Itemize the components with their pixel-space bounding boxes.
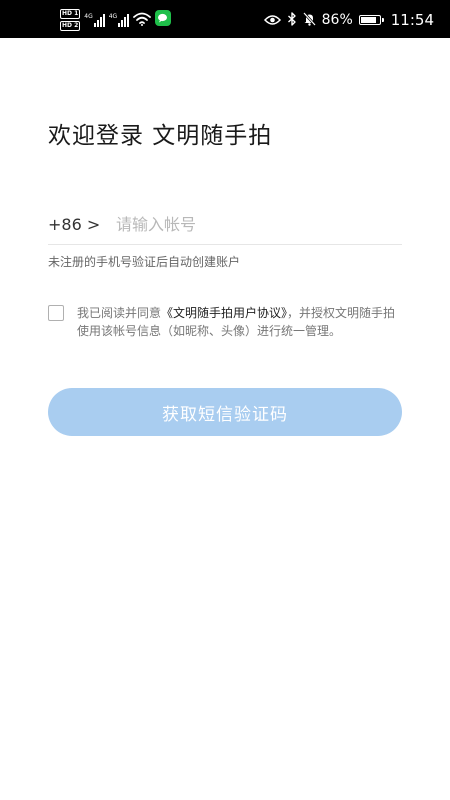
eye-icon — [263, 11, 281, 30]
agreement-prefix: 我已阅读并同意 — [77, 306, 162, 320]
status-bar-left: HD 1 HD 2 4G 4G — [60, 9, 172, 31]
country-code-selector[interactable]: +86 > — [48, 215, 116, 234]
agreement-checkbox[interactable] — [48, 305, 64, 321]
page-title: 欢迎登录 文明随手拍 — [48, 123, 273, 149]
mute-bell-icon — [302, 11, 316, 30]
battery-icon — [358, 15, 384, 25]
registration-hint: 未注册的手机号验证后自动创建账户 — [48, 255, 241, 269]
battery-cap — [381, 18, 384, 22]
get-sms-code-button[interactable]: 获取短信验证码 — [48, 388, 402, 436]
sim-badges: HD 1 HD 2 — [60, 9, 81, 31]
sim1-network-label: 4G — [84, 13, 93, 20]
sim2-signal-icon: 4G — [108, 13, 130, 27]
sim1-signal-icon: 4G — [84, 13, 105, 27]
battery-percent: 86% — [321, 12, 353, 28]
status-bar: HD 1 HD 2 4G 4G 86% 11:54 — [0, 0, 450, 38]
sim2-hd-badge: HD 2 — [60, 21, 81, 31]
agreement-text: 我已阅读并同意《文明随手拍用户协议》，并授权文明随手拍使用该帐号信息（如昵称、头… — [77, 304, 397, 340]
sim2-network-label: 4G — [108, 13, 118, 20]
agreement-row: 我已阅读并同意《文明随手拍用户协议》，并授权文明随手拍使用该帐号信息（如昵称、头… — [48, 304, 402, 340]
phone-input-row: +86 > — [48, 204, 402, 245]
status-time: 11:54 — [390, 11, 434, 29]
phone-input[interactable] — [116, 214, 396, 234]
status-bar-right: 86% 11:54 — [263, 9, 434, 31]
battery-level-fill — [360, 17, 377, 23]
bluetooth-icon — [287, 11, 297, 30]
wechat-icon — [155, 10, 172, 30]
sim1-hd-badge: HD 1 — [60, 9, 81, 19]
user-agreement-link[interactable]: 《文明随手拍用户协议》 — [161, 306, 287, 320]
wifi-icon — [133, 11, 152, 30]
